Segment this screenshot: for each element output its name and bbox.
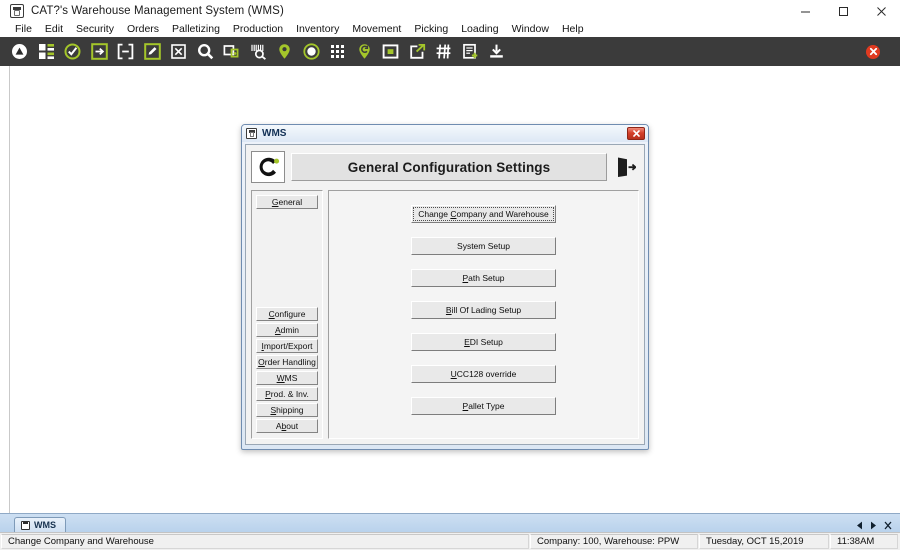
grid-dots-icon[interactable] [327, 41, 348, 62]
statusbar-company: Company: 100, Warehouse: PPW [530, 534, 698, 549]
sidebar-item-wms[interactable]: W MS [256, 371, 318, 385]
search-icon[interactable] [195, 41, 216, 62]
export-share-icon[interactable] [407, 41, 428, 62]
dialog-header-title: General Configuration Settings [291, 153, 607, 181]
download-icon[interactable] [486, 41, 507, 62]
menubar: File Edit Security Orders Palletizing Pr… [0, 22, 900, 37]
menu-item-inventory[interactable]: Inventory [296, 22, 339, 37]
circle-filled-icon[interactable] [301, 41, 322, 62]
dialog-close-icon[interactable] [627, 127, 645, 140]
menu-item-help[interactable]: Help [562, 22, 584, 37]
hash-grid-icon[interactable] [433, 41, 454, 62]
square-dot-icon[interactable] [380, 41, 401, 62]
general-configuration-dialog: WMS General Configuration Settings G ene… [241, 124, 649, 450]
cancel-box-icon[interactable] [168, 41, 189, 62]
sidebar-item-admin[interactable]: Admin [256, 323, 318, 337]
menu-item-window[interactable]: Window [512, 22, 549, 37]
dialog-title: WMS [262, 128, 287, 139]
menu-item-production[interactable]: Production [233, 22, 283, 37]
sidebar-item-general-label: eneral [278, 197, 303, 207]
path-setup-button[interactable]: Path Setup [411, 269, 556, 287]
sidebar-item-about[interactable]: Ab out [256, 419, 318, 433]
sidebar-item-import-export[interactable]: Import/Export [256, 339, 318, 353]
dialog-body: General Configuration Settings General C… [245, 144, 645, 445]
bill-of-lading-setup-button[interactable]: Bill Of Lading Setup [411, 301, 556, 319]
statusbar-date: Tuesday, OCT 15,2019 [699, 534, 829, 549]
edi-setup-button[interactable]: E DI Setup [411, 333, 556, 351]
menu-item-file[interactable]: File [15, 22, 32, 37]
sidebar-item-prod-inv[interactable]: Prod. & Inv. [256, 387, 318, 401]
menu-item-loading[interactable]: Loading [461, 22, 498, 37]
close-icon[interactable] [862, 0, 900, 22]
nav-left-icon[interactable] [856, 521, 863, 530]
system-setup-button[interactable]: System Setup [411, 237, 556, 255]
statusbar-message: Change Company and Warehouse [1, 534, 529, 549]
location-pin-icon[interactable] [274, 41, 295, 62]
edit-pencil-icon[interactable] [142, 41, 163, 62]
document-add-icon[interactable] [460, 41, 481, 62]
sidebar-item-shipping[interactable]: Shipping [256, 403, 318, 417]
window-titlebar: CAT?'s Warehouse Management System (WMS) [0, 0, 900, 22]
statusbar: Change Company and Warehouse Company: 10… [0, 532, 900, 550]
check-circle-icon[interactable] [62, 41, 83, 62]
main-toolbar [0, 37, 900, 66]
window-title: CAT?'s Warehouse Management System (WMS) [31, 5, 284, 17]
ucc128-override-button[interactable]: U CC128 override [411, 365, 556, 383]
dialog-content-pane: Change Company and Warehouse System Setu… [328, 190, 639, 439]
nav-right-icon[interactable] [870, 521, 877, 530]
dialog-window-icon [246, 128, 257, 139]
pallet-type-button[interactable]: Pallet Type [411, 397, 556, 415]
dialog-header: General Configuration Settings [251, 150, 639, 184]
system-setup-label: System Setup [457, 241, 510, 251]
company-c-logo-icon [251, 151, 285, 183]
remove-bracket-icon[interactable] [115, 41, 136, 62]
nav-close-icon[interactable] [884, 521, 892, 530]
mdi-tab-label: WMS [34, 520, 56, 530]
barcode-search-icon[interactable] [248, 41, 269, 62]
window-controls [786, 0, 900, 22]
tabstrip-navigation [856, 521, 892, 530]
minimize-icon[interactable] [786, 0, 824, 22]
exit-door-icon[interactable] [613, 152, 639, 182]
login-arrow-icon[interactable] [89, 41, 110, 62]
copy-pointer-icon[interactable] [221, 41, 242, 62]
mdi-tab-wms[interactable]: WMS [14, 517, 66, 532]
application-window: CAT?'s Warehouse Management System (WMS)… [0, 0, 900, 550]
menu-item-picking[interactable]: Picking [414, 22, 448, 37]
arrow-up-circle-icon[interactable] [9, 41, 30, 62]
statusbar-time: 11:38AM [830, 534, 898, 549]
sidebar-item-order-handling[interactable]: Order Handling [256, 355, 318, 369]
mdi-tabstrip: WMS [0, 513, 900, 532]
dialog-sidebar: General Configure Admin Import/Export O … [251, 190, 323, 439]
sidebar-item-configure[interactable]: Configure [256, 307, 318, 321]
dialog-titlebar: WMS [242, 125, 648, 142]
mdi-client-area: WMS General Configuration Settings G ene… [0, 66, 900, 513]
menu-item-movement[interactable]: Movement [352, 22, 401, 37]
app-window-icon [10, 4, 24, 18]
dialog-header-title-text: General Configuration Settings [347, 159, 551, 175]
client-left-divider [9, 66, 10, 513]
menu-item-orders[interactable]: Orders [127, 22, 159, 37]
refresh-location-icon[interactable] [354, 41, 375, 62]
mdi-tab-icon [21, 520, 30, 530]
menu-item-security[interactable]: Security [76, 22, 114, 37]
menu-item-edit[interactable]: Edit [45, 22, 63, 37]
dashboard-grid-icon[interactable] [36, 41, 57, 62]
dialog-main-area: General Configure Admin Import/Export O … [251, 190, 639, 439]
toolbar-close-icon[interactable] [866, 44, 880, 59]
change-company-and-warehouse-button[interactable]: Change Company and Warehouse [411, 205, 556, 223]
sidebar-item-general[interactable]: General [256, 195, 318, 209]
menu-item-palletizing[interactable]: Palletizing [172, 22, 220, 37]
maximize-icon[interactable] [824, 0, 862, 22]
